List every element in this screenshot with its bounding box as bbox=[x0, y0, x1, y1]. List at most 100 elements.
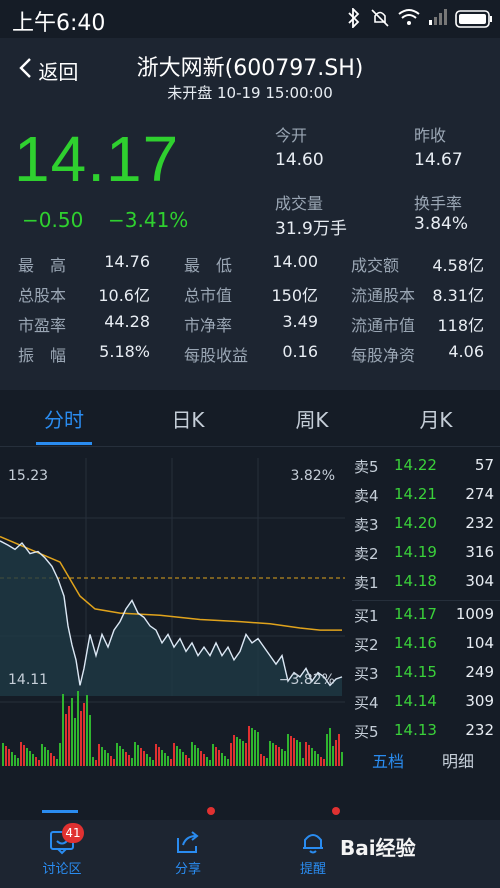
volume-bar bbox=[332, 746, 334, 766]
volume-bar bbox=[32, 754, 34, 766]
volume-bar bbox=[164, 753, 166, 766]
wifi-icon bbox=[398, 8, 420, 31]
tab-monthly-k[interactable]: 月K bbox=[386, 404, 486, 433]
volume-bar bbox=[35, 757, 37, 766]
volume-bar bbox=[137, 745, 139, 766]
order-book-label: 买1 bbox=[354, 607, 379, 625]
volume-bar bbox=[323, 759, 325, 766]
volume-bar bbox=[224, 756, 226, 766]
volume-bar bbox=[29, 751, 31, 766]
order-book-price: 14.16 bbox=[394, 634, 437, 652]
nav-alert-label: 提醒 bbox=[299, 862, 326, 877]
volume-bar bbox=[317, 754, 319, 766]
tab-weekly-k[interactable]: 周K bbox=[262, 404, 362, 433]
volume-bar bbox=[290, 736, 292, 766]
open-value: 14.60 bbox=[275, 150, 324, 170]
volume-bar bbox=[158, 747, 160, 766]
stat-value: 4.58亿 bbox=[432, 256, 484, 275]
order-book-label: 卖1 bbox=[354, 574, 379, 592]
volume-bar bbox=[263, 756, 265, 766]
volume-bar bbox=[77, 691, 79, 766]
volume-bar bbox=[275, 745, 277, 766]
volume-bar bbox=[104, 750, 106, 766]
volume-bar bbox=[143, 751, 145, 766]
volume-bar bbox=[41, 744, 43, 766]
stat-value: 0.16 bbox=[282, 342, 318, 361]
market-status: 未开盘 10-19 15:00:00 bbox=[167, 84, 333, 102]
stat-label: 流通市值 bbox=[351, 316, 416, 335]
volume-bar bbox=[125, 752, 127, 766]
order-book-price: 14.15 bbox=[394, 663, 437, 681]
prev-close-label: 昨收 bbox=[414, 126, 447, 145]
volume-bar bbox=[23, 745, 25, 766]
order-book-row: 卖3 14.20 232 bbox=[352, 514, 500, 543]
volume-bar bbox=[269, 741, 271, 766]
order-book-price: 14.20 bbox=[394, 514, 437, 532]
volume-bar bbox=[185, 755, 187, 766]
intraday-chart[interactable]: 15.23 3.82% 14.11 −3.82% bbox=[0, 458, 345, 768]
volume-bar bbox=[113, 759, 115, 766]
volume-bar bbox=[95, 760, 97, 766]
order-book-label: 买2 bbox=[354, 636, 379, 654]
tab-five-levels[interactable]: 五档 bbox=[372, 748, 404, 772]
order-book-label: 卖2 bbox=[354, 545, 379, 563]
stat-value: 4.06 bbox=[448, 342, 484, 361]
volume-bar bbox=[233, 735, 235, 766]
volume-bar bbox=[140, 748, 142, 766]
order-book-price: 14.22 bbox=[394, 456, 437, 474]
order-book-row: 买1 14.17 1009 bbox=[352, 605, 500, 634]
volume-bar bbox=[149, 757, 151, 766]
order-book-volume: 309 bbox=[465, 692, 494, 710]
volume-bar bbox=[17, 758, 19, 766]
volume-label: 成交量 bbox=[275, 194, 324, 213]
volume-bar bbox=[287, 734, 289, 766]
volume-bar bbox=[65, 714, 67, 766]
volume-bar bbox=[206, 757, 208, 766]
volume-bar bbox=[194, 745, 196, 766]
volume-bar bbox=[230, 743, 232, 766]
order-book-price: 14.13 bbox=[394, 721, 437, 739]
volume-bar bbox=[170, 759, 172, 766]
volume-bar bbox=[215, 747, 217, 766]
volume-bar bbox=[110, 756, 112, 766]
volume-bar bbox=[80, 711, 82, 766]
volume-bar bbox=[26, 748, 28, 766]
tab-intraday[interactable]: 分时 bbox=[14, 404, 114, 433]
volume-bar bbox=[257, 732, 259, 766]
stat-value: 14.00 bbox=[272, 252, 318, 271]
volume-bar bbox=[182, 752, 184, 766]
top-pct-label: 3.82% bbox=[291, 468, 335, 484]
volume-bar bbox=[122, 749, 124, 766]
order-book-volume: 104 bbox=[465, 634, 494, 652]
order-book-label: 卖4 bbox=[354, 487, 379, 505]
volume-bar bbox=[227, 759, 229, 766]
tab-trade-detail[interactable]: 明细 bbox=[442, 748, 474, 772]
volume-bar bbox=[20, 742, 22, 766]
volume-bar bbox=[107, 753, 109, 766]
turnover-value: 3.84% bbox=[414, 214, 469, 234]
order-book-row: 卖2 14.19 316 bbox=[352, 543, 500, 572]
volume-bar bbox=[38, 760, 40, 766]
tab-daily-k[interactable]: 日K bbox=[138, 404, 238, 433]
stat-value: 10.6亿 bbox=[98, 286, 150, 305]
notification-dot bbox=[207, 807, 215, 815]
order-book-label: 买4 bbox=[354, 694, 379, 712]
volume-bar bbox=[101, 747, 103, 766]
volume-bar bbox=[56, 759, 58, 766]
volume-bar bbox=[266, 758, 268, 766]
nav-share[interactable]: 分享 bbox=[138, 828, 238, 877]
volume-bar bbox=[203, 754, 205, 766]
mute-bell-icon bbox=[370, 8, 390, 33]
stat-value: 44.28 bbox=[104, 312, 150, 331]
volume-bar bbox=[161, 750, 163, 766]
signal-icon bbox=[428, 8, 448, 31]
volume-bar bbox=[254, 730, 256, 766]
volume-bar bbox=[260, 754, 262, 766]
volume-bar bbox=[14, 755, 16, 766]
notification-dot bbox=[332, 807, 340, 815]
bottom-pct-label: −3.82% bbox=[279, 672, 335, 688]
volume-bar bbox=[314, 751, 316, 766]
share-icon bbox=[138, 828, 238, 858]
stat-label: 最 低 bbox=[184, 256, 233, 275]
watermark-logo: Bai经验 bbox=[340, 836, 416, 860]
